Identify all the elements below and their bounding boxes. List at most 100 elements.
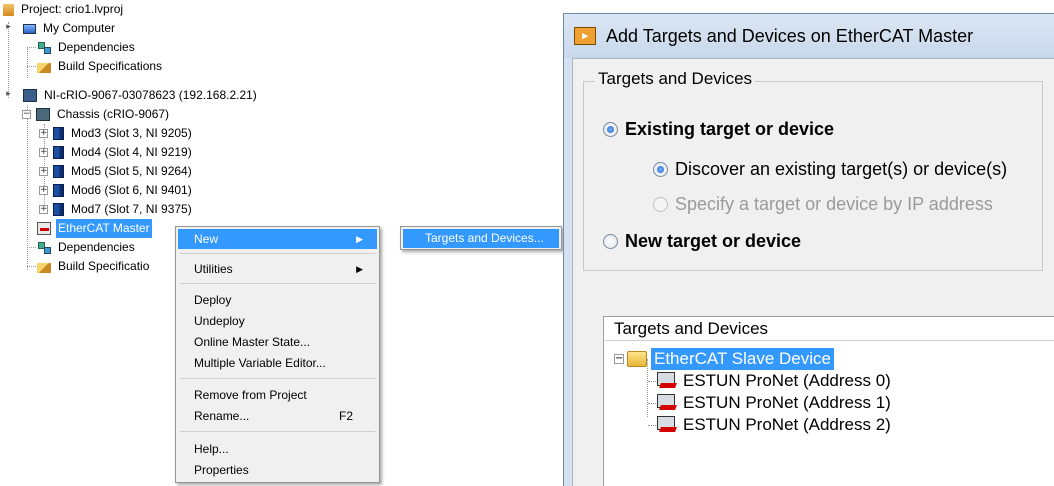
expand-arrow-icon[interactable]: ▸: [4, 23, 13, 33]
tree-item-dependencies[interactable]: Dependencies: [27, 38, 137, 57]
radio-existing-target[interactable]: Existing target or device: [603, 119, 834, 140]
expand-icon[interactable]: +: [39, 205, 48, 214]
menu-item-label: Help...: [194, 442, 229, 456]
menu-separator: [180, 253, 375, 254]
build-specifications-icon: [37, 263, 51, 273]
ethercat-master-icon: [37, 222, 51, 235]
tree-item-label: Chassis (cRIO-9067): [57, 107, 170, 121]
menu-item-help[interactable]: Help...: [178, 439, 377, 459]
c-series-module-icon: [53, 184, 64, 197]
ethercat-slave-device-icon: [657, 394, 677, 412]
labview-app-icon: ▸: [574, 27, 596, 45]
tree-item-module[interactable]: + Mod3 (Slot 3, NI 9205): [39, 124, 194, 143]
menu-separator: [180, 378, 375, 379]
tree-connector: [648, 403, 656, 404]
tree-item-target-build-specifications[interactable]: Build Specificatio: [27, 257, 151, 276]
tree-item-my-computer[interactable]: ▸ My Computer: [4, 19, 117, 38]
tree-item-project[interactable]: Project: crio1.lvproj: [3, 0, 125, 19]
list-item-slave-folder[interactable]: − EtherCAT Slave Device: [614, 348, 834, 370]
menu-item-label: Multiple Variable Editor...: [194, 356, 326, 370]
tree-item-label: Dependencies: [58, 40, 135, 54]
tree-item-label: Build Specificatio: [58, 259, 150, 273]
tree-item-label: NI-cRIO-9067-03078623 (192.168.2.21): [44, 88, 257, 102]
menu-item-undeploy[interactable]: Undeploy: [178, 311, 377, 331]
expand-icon[interactable]: +: [39, 167, 48, 176]
tree-item-label: Mod3 (Slot 3, NI 9205): [71, 126, 192, 140]
dependencies-icon: [37, 241, 51, 254]
tree-item-crio-target[interactable]: ▸ NI-cRIO-9067-03078623 (192.168.2.21): [4, 86, 259, 105]
menu-item-label: Targets and Devices...: [425, 231, 544, 245]
targets-devices-list[interactable]: Targets and Devices − EtherCAT Slave Dev…: [603, 316, 1054, 486]
chassis-icon: [36, 108, 50, 121]
dialog-title-bar[interactable]: ▸ Add Targets and Devices on EtherCAT Ma…: [564, 14, 1054, 58]
tree-item-module[interactable]: + Mod6 (Slot 6, NI 9401): [39, 181, 194, 200]
tree-item-ethercat-master[interactable]: EtherCAT Master: [37, 219, 152, 238]
menu-item-label: Online Master State...: [194, 335, 311, 349]
list-header: Targets and Devices: [604, 317, 1054, 341]
tree-item-label: Mod5 (Slot 5, NI 9264): [71, 164, 192, 178]
list-item-device[interactable]: ESTUN ProNet (Address 0): [648, 370, 891, 392]
tree-item-build-specifications[interactable]: Build Specifications: [27, 57, 164, 76]
build-specifications-icon: [37, 63, 51, 73]
crio-target-icon: [23, 89, 37, 102]
tree-connector: [27, 66, 36, 67]
tree-item-module[interactable]: + Mod4 (Slot 4, NI 9219): [39, 143, 194, 162]
menu-separator: [180, 431, 375, 432]
c-series-module-icon: [53, 203, 64, 216]
list-item-device[interactable]: ESTUN ProNet (Address 2): [648, 414, 891, 436]
tree-connector: [27, 247, 36, 248]
menu-item-new[interactable]: New ▶: [178, 229, 377, 249]
c-series-module-icon: [53, 146, 64, 159]
tree-item-chassis[interactable]: − Chassis (cRIO-9067): [22, 105, 171, 124]
collapse-icon[interactable]: −: [22, 110, 31, 119]
menu-separator: [180, 283, 375, 284]
menu-item-rename[interactable]: Rename... F2: [178, 406, 377, 426]
list-item-label: ESTUN ProNet (Address 1): [683, 393, 891, 412]
list-item-label: ESTUN ProNet (Address 2): [683, 415, 891, 434]
tree-item-label: Mod6 (Slot 6, NI 9401): [71, 183, 192, 197]
collapse-icon[interactable]: −: [614, 354, 624, 364]
project-icon: [3, 3, 14, 16]
tree-item-label: EtherCAT Master: [56, 219, 152, 238]
tree-item-label: Mod7 (Slot 7, NI 9375): [71, 202, 192, 216]
tree-item-module[interactable]: + Mod5 (Slot 5, NI 9264): [39, 162, 194, 181]
submenu-arrow-icon: ▶: [356, 264, 363, 274]
menu-item-deploy[interactable]: Deploy: [178, 290, 377, 310]
list-item-label: ESTUN ProNet (Address 0): [683, 371, 891, 390]
expand-icon[interactable]: +: [39, 129, 48, 138]
ethercat-slave-device-icon: [657, 416, 677, 434]
list-item-device[interactable]: ESTUN ProNet (Address 1): [648, 392, 891, 414]
tree-connector: [27, 47, 36, 48]
menu-item-label: Deploy: [194, 293, 232, 307]
radio-label: Existing target or device: [625, 119, 835, 139]
menu-item-online-master-state[interactable]: Online Master State...: [178, 332, 377, 352]
menu-item-utilities[interactable]: Utilities ▶: [178, 259, 377, 279]
menu-item-properties[interactable]: Properties: [178, 460, 377, 480]
dependencies-icon: [37, 41, 51, 54]
group-title: Targets and Devices: [595, 69, 756, 89]
radio-discover-existing[interactable]: Discover an existing target(s) or device…: [653, 159, 1007, 180]
menu-item-multiple-variable-editor[interactable]: Multiple Variable Editor...: [178, 353, 377, 373]
expand-icon[interactable]: +: [39, 186, 48, 195]
menu-item-remove-from-project[interactable]: Remove from Project: [178, 385, 377, 405]
tree-connector: [27, 266, 36, 267]
list-item-label: EtherCAT Slave Device: [651, 348, 834, 370]
menu-item-label: Properties: [194, 463, 249, 477]
expand-icon[interactable]: +: [39, 148, 48, 157]
tree-item-module[interactable]: + Mod7 (Slot 7, NI 9375): [39, 200, 194, 219]
submenu-arrow-icon: ▶: [356, 234, 363, 244]
radio-specify-ip[interactable]: Specify a target or device by IP address: [653, 194, 993, 215]
tree-connector: [648, 381, 656, 382]
menu-item-targets-and-devices[interactable]: Targets and Devices...: [403, 229, 559, 248]
tree-item-label: Dependencies: [58, 240, 135, 254]
context-menu: New ▶ Utilities ▶ Deploy Undeploy Online…: [175, 226, 380, 483]
tree-item-target-dependencies[interactable]: Dependencies: [27, 238, 137, 257]
radio-label: Discover an existing target(s) or device…: [675, 159, 1008, 179]
computer-icon: [23, 23, 36, 34]
menu-item-label: Undeploy: [194, 314, 245, 328]
c-series-module-icon: [53, 165, 64, 178]
ethercat-slave-device-icon: [657, 372, 677, 390]
dialog-title: Add Targets and Devices on EtherCAT Mast…: [606, 26, 974, 46]
radio-new-target[interactable]: New target or device: [603, 231, 801, 252]
expand-arrow-icon[interactable]: ▸: [4, 90, 13, 100]
